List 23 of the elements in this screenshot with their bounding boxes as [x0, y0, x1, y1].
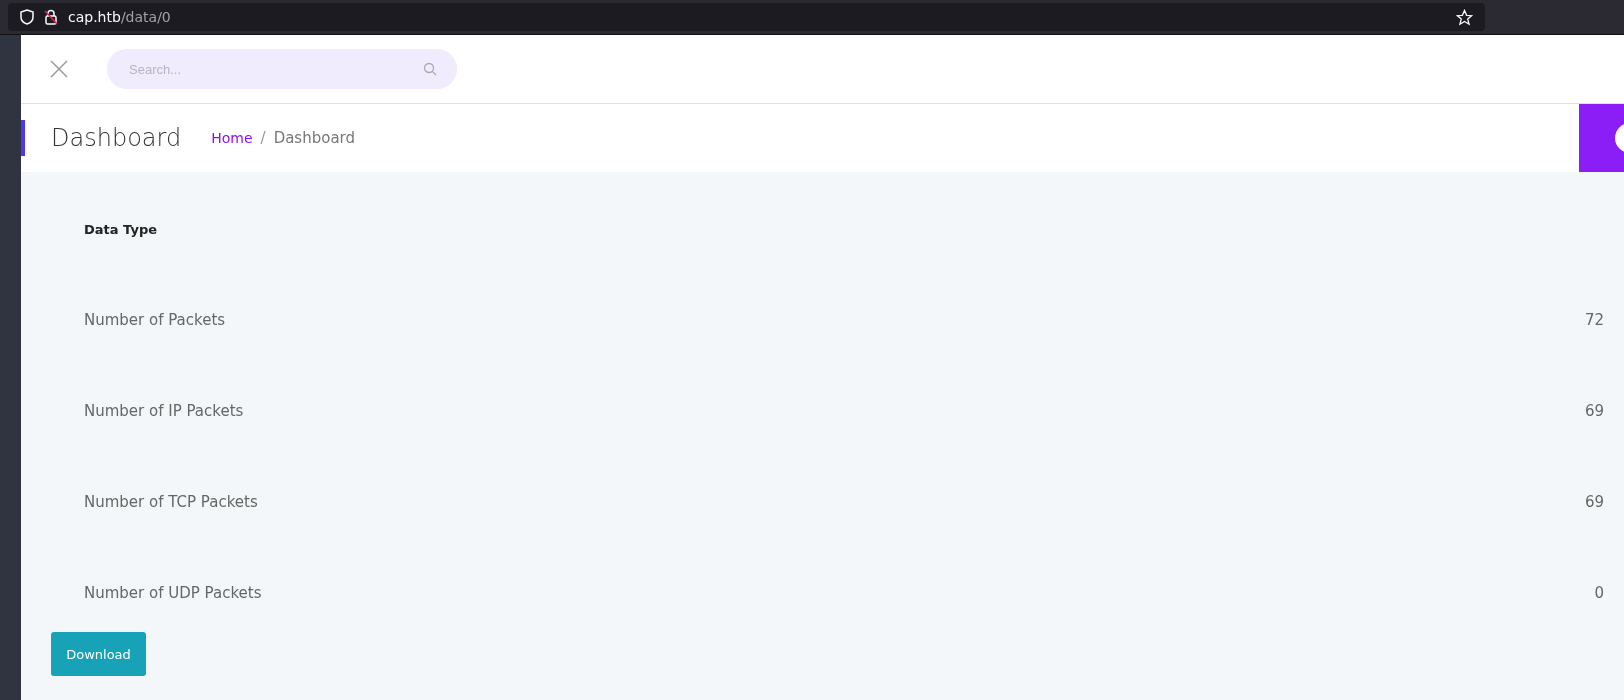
insecure-lock-icon — [44, 9, 58, 25]
table-cell: Number of UDP Packets — [84, 583, 262, 602]
search-field[interactable]: Search... — [107, 49, 457, 89]
shield-icon — [20, 9, 34, 25]
table-cell: Number of IP Packets — [84, 401, 244, 420]
star-icon[interactable] — [1456, 8, 1473, 26]
table-cell: 69 — [1584, 492, 1604, 511]
breadcrumb-link[interactable]: Home — [211, 130, 253, 146]
table-cell: 72 — [1584, 310, 1604, 329]
close-icon[interactable] — [49, 59, 69, 79]
table-cell: 0 — [1594, 583, 1604, 602]
breadcrumb-separator: / — [260, 129, 266, 147]
table-cell: Number of Packets — [84, 310, 226, 329]
url-text: cap.htb/data/0 — [68, 9, 172, 25]
breadcrumb-current: Dashboard — [273, 129, 355, 147]
column-header: Data Type — [84, 222, 158, 239]
avatar-icon[interactable] — [1614, 122, 1624, 154]
url-field[interactable]: cap.htb/data/0 — [8, 3, 1485, 31]
table-cell: 69 — [1584, 401, 1604, 420]
table-cell: Number of TCP Packets — [84, 492, 258, 511]
profile-panel[interactable] — [1579, 104, 1624, 172]
search-input[interactable]: Search... — [127, 60, 423, 78]
page-title: Dashboard — [51, 124, 182, 152]
